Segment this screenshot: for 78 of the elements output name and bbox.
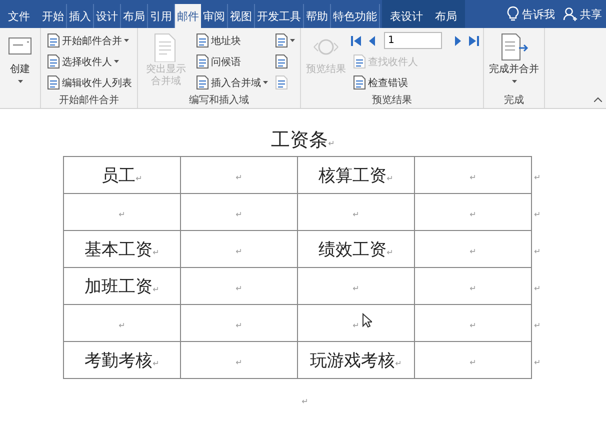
ribbon-button[interactable]: 创建	[3, 31, 37, 106]
ribbon-button[interactable]: 选择收件人	[44, 52, 134, 71]
row-end-mark: ↵	[534, 321, 541, 330]
tell-me-button[interactable]: 告诉我	[503, 0, 559, 28]
caret-icon	[114, 60, 119, 63]
row-end-mark: ↵	[534, 247, 541, 256]
row-end-mark: ↵	[534, 358, 541, 367]
ribbon-tab[interactable]: 表设计	[384, 4, 429, 28]
table-cell: ↵	[180, 194, 298, 230]
row-end-mark: ↵	[534, 210, 541, 219]
first-record-icon	[350, 34, 362, 46]
group-label: 编写和插入域	[188, 94, 250, 106]
caret-icon	[263, 81, 268, 84]
last-record-icon	[468, 34, 480, 46]
table-cell: ↵	[180, 156, 298, 194]
document-icon	[195, 33, 209, 48]
row-end-mark: ↵	[534, 284, 541, 293]
document-icon	[274, 75, 288, 90]
document-icon	[46, 33, 60, 48]
table-cell: 员工↵	[64, 156, 180, 194]
table-cell: ↵	[414, 156, 532, 194]
ribbon-tab[interactable]: 布局	[429, 4, 463, 28]
table-cell: ↵	[180, 230, 298, 268]
ribbon-button[interactable]: 开始邮件合并	[44, 31, 134, 50]
document-icon	[274, 33, 288, 48]
document-icon	[352, 75, 366, 90]
table-cell: ↵	[414, 304, 532, 342]
table-cell: 绩效工资↵	[298, 230, 414, 268]
document-icon	[274, 54, 288, 69]
ribbon-button[interactable]: 完成并合并	[487, 31, 541, 93]
paragraph-mark: ↵	[302, 397, 308, 406]
document-title: 工资条	[271, 129, 328, 151]
mouse-pointer-icon	[362, 313, 372, 328]
caret-icon	[124, 39, 129, 42]
table-cell: ↵	[180, 304, 298, 342]
ribbon-button[interactable]: 插入合并域	[193, 73, 270, 92]
group-label: 预览结果	[371, 94, 413, 106]
table-cell: ↵	[180, 268, 298, 304]
record-field[interactable]: 1	[384, 32, 442, 49]
group-label: 开始邮件合并	[58, 94, 120, 106]
table-cell: ↵	[298, 268, 414, 304]
caret-icon	[290, 39, 295, 42]
lightbulb-icon	[507, 6, 519, 22]
table-cell: ↵	[64, 194, 180, 230]
ribbon-tab[interactable]: 邮件	[175, 4, 201, 28]
nav-button[interactable]	[468, 34, 480, 46]
table-cell: ↵	[298, 194, 414, 230]
row-end-mark: ↵	[534, 173, 541, 182]
table-cell: ↵	[414, 342, 532, 378]
caret-icon	[18, 80, 22, 83]
document-icon	[499, 32, 529, 62]
document-icon	[352, 54, 366, 69]
chevron-up-icon	[594, 97, 602, 102]
person-add-icon	[563, 7, 577, 21]
table-cell: ↵	[414, 268, 532, 304]
ribbon-button[interactable]: 问候语	[193, 52, 270, 71]
table-cell: ↵	[180, 342, 298, 378]
share-button[interactable]: 共享	[559, 0, 606, 28]
table-cell: 考勤考核↵	[64, 342, 180, 378]
paragraph-mark: ↵	[328, 139, 335, 148]
caret-icon	[512, 80, 516, 83]
table-cell: 核算工资↵	[298, 156, 414, 194]
ribbon-button[interactable]: 编辑收件人列表	[44, 73, 134, 92]
document-icon	[46, 75, 60, 90]
table-cell: 玩游戏考核↵	[298, 342, 414, 378]
table-cell: ↵	[414, 230, 532, 268]
document-icon	[195, 54, 209, 69]
table-cell: ↵	[414, 194, 532, 230]
table-cell: 基本工资↵	[64, 230, 180, 268]
nav-button[interactable]	[350, 34, 362, 46]
table-cell: ↵	[64, 304, 180, 342]
ribbon-tab[interactable]: 文件	[4, 4, 40, 28]
ribbon-button[interactable]: 地址块	[193, 31, 270, 50]
ribbon-button[interactable]: 检查错误	[350, 73, 480, 92]
group-label: 完成	[503, 94, 525, 106]
document-icon	[46, 54, 60, 69]
document-icon	[195, 75, 209, 90]
table-cell: 加班工资↵	[64, 268, 180, 304]
